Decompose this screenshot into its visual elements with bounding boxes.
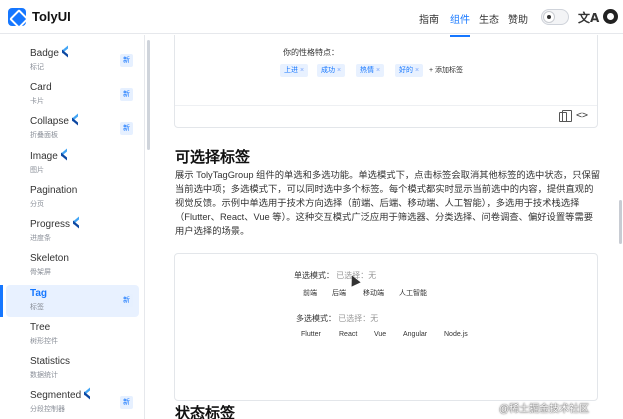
sidebar-item-sublabel: 分段控制器 (30, 406, 65, 413)
multi-mode-label: 多选模式： 已选择：无 (296, 314, 379, 323)
copy-icon[interactable] (559, 110, 572, 122)
sidebar-item-collapse[interactable]: Collapse 折叠面板 新 (6, 113, 139, 145)
multi-selection-hint: 已选择：无 (338, 314, 379, 323)
tag-chip[interactable]: 上进 × (280, 64, 309, 77)
sidebar-item-image[interactable]: Image 图片 (6, 148, 139, 180)
tag-chip-label: 成功 (321, 67, 335, 74)
sidebar-item-label: Tag (30, 288, 48, 299)
option-tag[interactable]: 前端 (303, 288, 317, 298)
tag-chip-label: 好的 (399, 67, 413, 74)
close-icon[interactable]: × (415, 67, 419, 74)
sidebar-item-progress[interactable]: Progress 进度条 (6, 216, 139, 248)
sidebar-item-label: Tree (30, 322, 51, 333)
new-badge: 新 (120, 122, 133, 135)
close-icon[interactable]: × (376, 67, 380, 74)
sidebar-item-segmented[interactable]: Segmented 分段控制器 新 (6, 387, 139, 419)
sidebar-item-card[interactable]: Card 卡片 新 (6, 79, 139, 111)
new-badge: 新 (120, 88, 133, 101)
sidebar-item-sublabel: 折叠面板 (30, 132, 58, 139)
code-icon[interactable]: <> (576, 110, 588, 121)
demo-label: 你的性格特点： (283, 48, 339, 57)
new-badge: 新 (120, 54, 133, 67)
sidebar-item-pagination[interactable]: Pagination 分页 (6, 182, 139, 214)
section-title-selectable: 可选择标签 (175, 149, 251, 166)
sidebar-item-sublabel: 进度条 (30, 235, 51, 242)
section-description: 展示 TolyTagGroup 组件的单选和多选功能。单选模式下，点击标签会取消… (175, 170, 601, 236)
section-title-status: 状态标签 (175, 405, 236, 419)
new-badge: 新 (120, 294, 133, 307)
sidebar-item-label: Card (30, 82, 52, 93)
option-tag[interactable]: Node.js (444, 331, 468, 338)
tag-chip[interactable]: 成功 × (317, 64, 346, 77)
sidebar-item-skeleton[interactable]: Skeleton 骨架屏 (6, 250, 139, 282)
tag-chip-label: 热情 (360, 67, 374, 74)
brand-name[interactable]: TolyUI (32, 9, 71, 24)
option-tag[interactable]: Vue (374, 331, 386, 338)
github-icon[interactable] (603, 9, 618, 24)
sidebar-item-tree[interactable]: Tree 树形控件 (6, 319, 139, 351)
logo-icon[interactable] (8, 8, 26, 26)
option-tag[interactable]: Angular (403, 331, 427, 338)
option-tag[interactable]: React (339, 331, 357, 338)
sidebar-item-sublabel: 树形控件 (30, 338, 58, 345)
top-bar: TolyUI 指南 组件 生态 赞助 文A (0, 0, 623, 37)
flutter-icon (61, 151, 67, 159)
sidebar-item-label: Segmented (30, 390, 82, 401)
add-tag-button[interactable]: + 添加标签 (429, 64, 463, 77)
demo-card-editable-tags: 你的性格特点： 上进 × 成功 × 热情 × 好的 × + 添加标签 <> (174, 35, 598, 128)
sidebar-item-sublabel: 标签 (30, 304, 44, 311)
option-tag[interactable]: 人工智能 (399, 288, 427, 298)
watermark: @稀土掘金技术社区 (499, 404, 590, 415)
sidebar-item-sublabel: 数据统计 (30, 372, 58, 379)
close-icon[interactable]: × (300, 67, 304, 74)
tag-chip[interactable]: 热情 × (356, 64, 385, 77)
sidebar-item-sublabel: 分页 (30, 201, 44, 208)
new-badge: 新 (120, 396, 133, 409)
single-mode-label: 单选模式： 已选择：无 (294, 271, 377, 280)
sidebar: Badge 标记 新 Card 卡片 新 Collapse 折叠面板 新 Ima… (0, 35, 145, 419)
sidebar-item-label: Collapse (30, 116, 69, 127)
option-tag[interactable]: 移动端 (363, 288, 384, 298)
nav-ecosystem[interactable]: 生态 (479, 11, 499, 26)
sidebar-item-label: Image (30, 151, 58, 162)
theme-toggle[interactable] (541, 9, 569, 25)
translate-icon[interactable]: 文A (578, 9, 599, 26)
sidebar-item-sublabel: 图片 (30, 167, 44, 174)
sidebar-item-statistics[interactable]: Statistics 数据统计 (6, 353, 139, 385)
sidebar-item-label: Badge (30, 48, 59, 59)
tag-chip[interactable]: 好的 × (395, 64, 424, 77)
sidebar-item-sublabel: 骨架屏 (30, 269, 51, 276)
sidebar-item-label: Skeleton (30, 253, 69, 264)
close-icon[interactable]: × (337, 67, 341, 74)
sidebar-item-label: Pagination (30, 185, 78, 196)
main-content: 你的性格特点： 上进 × 成功 × 热情 × 好的 × + 添加标签 <> 可选择标签 … (150, 35, 623, 419)
nav-sponsor[interactable]: 赞助 (508, 11, 528, 26)
demo-toolbar: <> (175, 105, 597, 127)
sidebar-item-sublabel: 标记 (30, 64, 44, 71)
tag-chip-label: 上进 (284, 67, 298, 74)
sidebar-item-badge[interactable]: Badge 标记 新 (6, 45, 139, 77)
demo-card-selectable-tags: 单选模式： 已选择：无 前端 后端 移动端 人工智能 多选模式： 已选择：无 F… (174, 253, 598, 401)
option-tag[interactable]: Flutter (301, 331, 321, 338)
sidebar-item-label: Progress (30, 219, 71, 230)
nav-components[interactable]: 组件 (450, 11, 470, 37)
sidebar-item-sublabel: 卡片 (30, 98, 44, 105)
page-scrollbar[interactable] (619, 200, 622, 244)
option-tag[interactable]: 后端 (332, 288, 346, 298)
nav-guide[interactable]: 指南 (419, 11, 439, 26)
flutter-icon (72, 116, 78, 124)
flutter-icon (84, 390, 90, 398)
sidebar-item-tag[interactable]: Tag 标签 新 (0, 285, 139, 317)
flutter-icon (62, 48, 68, 56)
flutter-icon (73, 219, 79, 227)
sidebar-item-label: Statistics (30, 356, 71, 367)
